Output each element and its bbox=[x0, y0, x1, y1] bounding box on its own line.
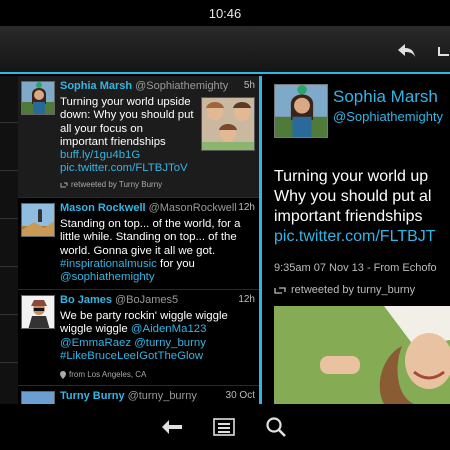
tweet-author-name[interactable]: Sophia Marsh bbox=[60, 80, 132, 92]
tweet-item[interactable]: Sophia Marsh @Sophiathemighty 5h Turning … bbox=[18, 76, 259, 198]
detail-tweet-text: Turning your world up Why you should put… bbox=[274, 167, 450, 247]
left-column-strip bbox=[0, 76, 18, 404]
detail-author-name[interactable]: Sophia Marsh bbox=[333, 87, 438, 107]
tweet-text: Turning your world upside down: Why you … bbox=[60, 96, 194, 176]
avatar[interactable] bbox=[21, 81, 55, 115]
tweet-link[interactable]: pic.twitter.com/FLTBJToV bbox=[60, 162, 194, 175]
tweet-text-line: for you bbox=[156, 257, 195, 270]
tweet-location: from Los Angeles, CA bbox=[60, 370, 146, 379]
tweet-text-line: Standing on top... of the world, for a bbox=[60, 218, 241, 230]
tweet-text-line: world. Gonna give it all we got. bbox=[60, 244, 216, 257]
system-navigation-bar bbox=[0, 404, 450, 450]
detail-link[interactable]: pic.twitter.com/FLTBJT bbox=[274, 227, 450, 247]
tweet-hashtag[interactable]: #LikeBruceLeeIGotTheGlow bbox=[60, 350, 228, 363]
tweet-detail-pane: Sophia Marsh @Sophiathemighty Turning yo… bbox=[262, 76, 450, 404]
avatar[interactable] bbox=[274, 84, 328, 138]
detail-retweet-attribution: retweeted by turny_burny bbox=[274, 284, 415, 296]
tweet-hashtag[interactable]: #inspirationalmusic bbox=[60, 258, 157, 270]
divider bbox=[0, 170, 18, 171]
tweet-text: We be party rockin' wiggle wiggle wiggle… bbox=[60, 310, 228, 363]
location-pin-icon bbox=[60, 370, 66, 379]
detail-author-handle[interactable]: @Sophiathemighty bbox=[333, 109, 443, 124]
back-icon[interactable] bbox=[160, 416, 184, 438]
retweet-small-icon bbox=[274, 286, 286, 294]
tweet-time: 5h bbox=[243, 80, 255, 91]
avatar[interactable] bbox=[21, 295, 55, 329]
tweet-text-line: down: Why you should put bbox=[60, 109, 194, 122]
tweet-header: Sophia Marsh @Sophiathemighty 5h bbox=[60, 80, 255, 96]
retweet-small-icon bbox=[60, 182, 68, 187]
status-bar: 10:46 bbox=[0, 0, 450, 26]
reply-icon[interactable] bbox=[396, 40, 418, 62]
detail-text-line: Why you should put al bbox=[274, 188, 432, 205]
avatar[interactable] bbox=[21, 391, 55, 404]
detail-text-line: Turning your world up bbox=[274, 168, 429, 185]
menu-icon[interactable] bbox=[212, 416, 236, 438]
tweet-text-line: important friendships bbox=[60, 135, 166, 148]
divider bbox=[0, 218, 18, 219]
tweet-author-handle[interactable]: @BoJames5 bbox=[115, 294, 178, 306]
detail-tweet-photo[interactable] bbox=[274, 306, 450, 404]
tweet-author-handle[interactable]: @turny_burny bbox=[128, 390, 197, 402]
tweet-time: 30 Oct bbox=[225, 390, 255, 401]
tweet-link[interactable]: buff.ly/1gu4b1G bbox=[60, 149, 194, 162]
tweet-item[interactable]: Mason Rockwell @MasonRockwell 12h Standin… bbox=[18, 198, 259, 290]
tweet-text-line: little while. Standing on top... of the bbox=[60, 231, 237, 244]
detail-text-line: important friendships bbox=[274, 208, 423, 225]
divider bbox=[0, 362, 18, 363]
tweet-text-line: all your focus on bbox=[60, 122, 143, 135]
tweet-header: Mason Rockwell @MasonRockwell 12h bbox=[60, 202, 255, 218]
action-bar bbox=[0, 26, 450, 74]
tweet-item[interactable]: Turny Burny @turny_burny 30 Oct bbox=[18, 386, 259, 404]
tweet-header: Bo James @BoJames5 12h bbox=[60, 294, 255, 310]
detail-retweet-text: retweeted by turny_burny bbox=[291, 284, 416, 296]
clock: 10:46 bbox=[208, 5, 242, 21]
tweet-image-thumbnail[interactable] bbox=[201, 97, 255, 151]
timeline[interactable]: Sophia Marsh @Sophiathemighty 5h Turning … bbox=[18, 76, 262, 404]
tweet-author-name[interactable]: Mason Rockwell bbox=[60, 202, 146, 214]
tweet-mention[interactable]: @AidenMa123 bbox=[131, 323, 207, 335]
tweet-author-handle[interactable]: @MasonRockwell bbox=[149, 202, 237, 214]
retweet-icon[interactable] bbox=[436, 40, 450, 62]
divider bbox=[0, 266, 18, 267]
tweet-author-name[interactable]: Turny Burny bbox=[60, 390, 125, 402]
tweet-header: Turny Burny @turny_burny 30 Oct bbox=[60, 390, 255, 404]
retweet-attribution: retweeted by Turny Burny bbox=[60, 180, 162, 189]
tweet-text: Standing on top... of the world, for a l… bbox=[60, 218, 240, 284]
tweet-time: 12h bbox=[238, 202, 255, 213]
tweet-text-line: wiggle wiggle bbox=[60, 323, 131, 336]
tweet-text-line: We be party rockin' wiggle wiggle bbox=[60, 310, 228, 322]
detail-timestamp: 9:35am 07 Nov 13 - From Echofo bbox=[274, 262, 437, 274]
tweet-time: 12h bbox=[238, 294, 255, 305]
tweet-author-name[interactable]: Bo James bbox=[60, 294, 112, 306]
divider bbox=[0, 122, 18, 123]
tweet-author-handle[interactable]: @Sophiathemighty bbox=[135, 80, 228, 92]
tweet-mention[interactable]: @sophiathemighty bbox=[60, 271, 240, 284]
search-icon[interactable] bbox=[264, 416, 288, 438]
tweet-item[interactable]: Bo James @BoJames5 12h We be party rockin… bbox=[18, 290, 259, 386]
tweet-text-line: Turning your world upside bbox=[60, 96, 191, 108]
tweet-location-text: from Los Angeles, CA bbox=[69, 370, 147, 379]
tweet-mention[interactable]: @EmmaRaez @turny_burny bbox=[60, 337, 228, 350]
avatar[interactable] bbox=[21, 203, 55, 237]
retweet-attribution-text: retweeted by Turny Burny bbox=[71, 180, 163, 189]
divider bbox=[0, 314, 18, 315]
